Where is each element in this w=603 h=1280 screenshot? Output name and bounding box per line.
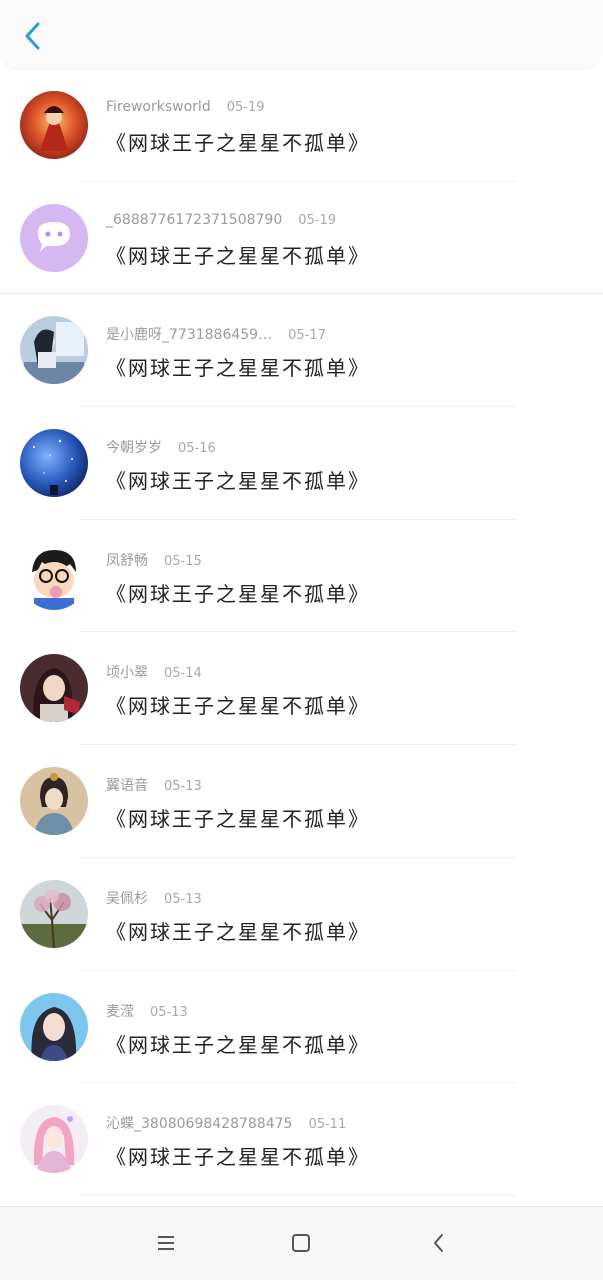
avatar[interactable]	[20, 541, 88, 610]
list-item[interactable]: Fireworksworld 05-19 《网球王子之星星不孤单》	[0, 69, 603, 182]
date: 05-17	[288, 328, 326, 344]
item-meta: Fireworksworld 05-19	[106, 99, 265, 115]
list-item[interactable]: 顷小翠 05-14 《网球王子之星星不孤单》	[0, 632, 603, 746]
home-square-icon	[292, 1234, 310, 1252]
back-arrow-icon	[434, 1234, 443, 1252]
system-back-button[interactable]	[425, 1229, 453, 1257]
username[interactable]: 吴佩杉	[106, 891, 148, 907]
item-title[interactable]: 《网球王子之星星不孤单》	[106, 352, 370, 381]
date: 05-13	[164, 779, 202, 795]
chevron-left-icon	[25, 22, 40, 50]
anime-girl-window-avatar	[20, 316, 88, 385]
item-title[interactable]: 《网球王子之星星不孤单》	[106, 803, 370, 832]
avatar[interactable]	[20, 203, 88, 272]
item-meta: 沁蝶_38080698428788475 05-11	[106, 1113, 346, 1133]
username[interactable]: _6888776172371508790	[106, 212, 282, 228]
divider	[80, 1194, 515, 1196]
date: 05-14	[164, 666, 202, 682]
selfie-girl-avatar	[20, 992, 88, 1061]
avatar[interactable]	[20, 91, 88, 159]
item-title[interactable]: 《网球王子之星星不孤单》	[106, 916, 370, 945]
username[interactable]: 翼语音	[106, 778, 148, 794]
date: 05-13	[164, 891, 202, 907]
list-item[interactable]: 沁蝶_38080698428788475 05-11 《网球王子之星星不孤单》	[0, 1083, 603, 1196]
avatar[interactable]	[20, 654, 88, 723]
avatar[interactable]	[20, 429, 88, 498]
item-meta: 是小鹿呀_7731886459… 05-17	[106, 324, 326, 344]
blossom-tree-avatar	[20, 879, 88, 948]
item-meta: 吴佩杉 05-13	[106, 888, 202, 908]
item-title[interactable]: 《网球王子之星星不孤单》	[106, 1029, 370, 1058]
avatar[interactable]	[20, 316, 88, 385]
comment-list: Fireworksworld 05-19 《网球王子之星星不孤单》 _688877…	[0, 69, 603, 1196]
back-button[interactable]	[18, 18, 50, 54]
system-navigation-bar	[0, 1206, 603, 1280]
item-meta: _6888776172371508790 05-19	[106, 212, 336, 228]
list-item[interactable]: 是小鹿呀_7731886459… 05-17 《网球王子之星星不孤单》	[0, 294, 603, 408]
list-item[interactable]: _6888776172371508790 05-19 《网球王子之星星不孤单》	[0, 182, 603, 295]
starry-sky-avatar	[20, 429, 88, 498]
list-item[interactable]: 今朝岁岁 05-16 《网球王子之星星不孤单》	[0, 407, 603, 520]
date: 05-11	[308, 1117, 347, 1133]
item-meta: 翼语音 05-13	[106, 775, 202, 795]
item-title[interactable]: 《网球王子之星星不孤单》	[106, 578, 370, 607]
ancient-lady-avatar	[20, 767, 88, 836]
avatar[interactable]	[20, 1105, 88, 1174]
username[interactable]: 顷小翠	[106, 665, 148, 681]
menu-icon	[158, 1236, 174, 1250]
avatar[interactable]	[20, 992, 88, 1061]
avatar[interactable]	[20, 879, 88, 948]
date: 05-16	[178, 441, 216, 457]
date: 05-19	[226, 100, 265, 115]
username[interactable]: 是小鹿呀_7731886459…	[106, 327, 272, 343]
list-item[interactable]: 翼语音 05-13 《网球王子之星星不孤单》	[0, 745, 603, 858]
item-meta: 麦滢 05-13	[106, 1001, 188, 1021]
item-title[interactable]: 《网球王子之星星不孤单》	[106, 690, 370, 719]
screen: Fireworksworld 05-19 《网球王子之星星不孤单》 _688877…	[0, 0, 603, 1280]
item-title[interactable]: 《网球王子之星星不孤单》	[106, 240, 370, 269]
date: 05-15	[164, 553, 202, 569]
list-item[interactable]: 吴佩杉 05-13 《网球王子之星星不孤单》	[0, 858, 603, 971]
default-chat-bubble-avatar	[20, 203, 88, 272]
username[interactable]: 凤舒畅	[106, 553, 148, 569]
cartoon-boy-glasses-avatar	[20, 541, 88, 610]
username[interactable]: 麦滢	[106, 1004, 134, 1020]
username[interactable]: 沁蝶_38080698428788475	[106, 1116, 292, 1132]
item-meta: 今朝岁岁 05-16	[106, 437, 216, 457]
item-meta: 凤舒畅 05-15	[106, 550, 202, 570]
username[interactable]: Fireworksworld	[106, 99, 211, 115]
home-button[interactable]	[287, 1229, 315, 1257]
date: 05-13	[150, 1004, 188, 1020]
list-item[interactable]: 凤舒畅 05-15 《网球王子之星星不孤单》	[0, 520, 603, 633]
menu-button[interactable]	[152, 1229, 180, 1257]
girl-portrait-avatar	[20, 654, 88, 723]
top-bar	[0, 0, 601, 68]
item-title[interactable]: 《网球王子之星星不孤单》	[106, 127, 370, 156]
username[interactable]: 今朝岁岁	[106, 440, 162, 456]
item-title[interactable]: 《网球王子之星星不孤单》	[106, 465, 370, 494]
avatar[interactable]	[20, 767, 88, 836]
item-meta: 顷小翠 05-14	[106, 662, 202, 682]
item-title[interactable]: 《网球王子之星星不孤单》	[106, 1141, 370, 1170]
pink-hair-girl-avatar	[20, 1105, 88, 1174]
list-item[interactable]: 麦滢 05-13 《网球王子之星星不孤单》	[0, 971, 603, 1084]
flame-character-avatar	[20, 91, 88, 159]
date: 05-19	[298, 212, 337, 228]
